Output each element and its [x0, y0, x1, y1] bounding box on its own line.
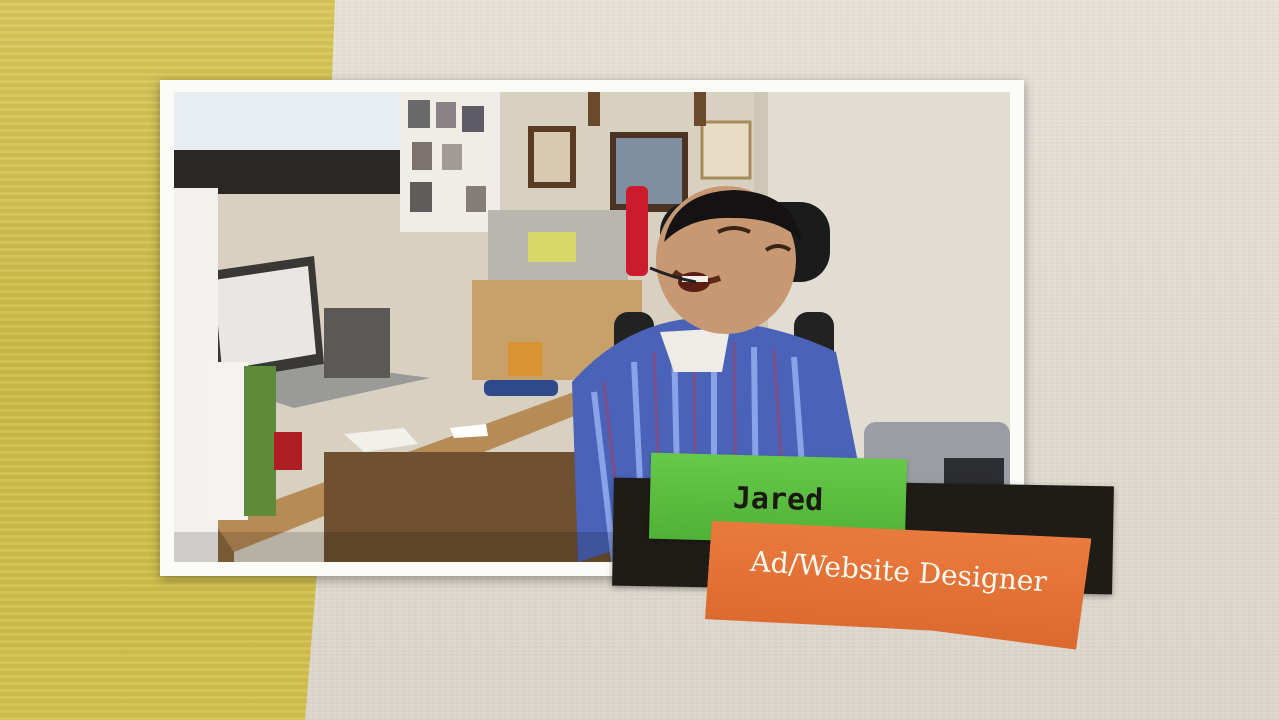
person-title: Ad/Website Designer: [749, 544, 1048, 598]
person-name: Jared: [732, 480, 824, 518]
